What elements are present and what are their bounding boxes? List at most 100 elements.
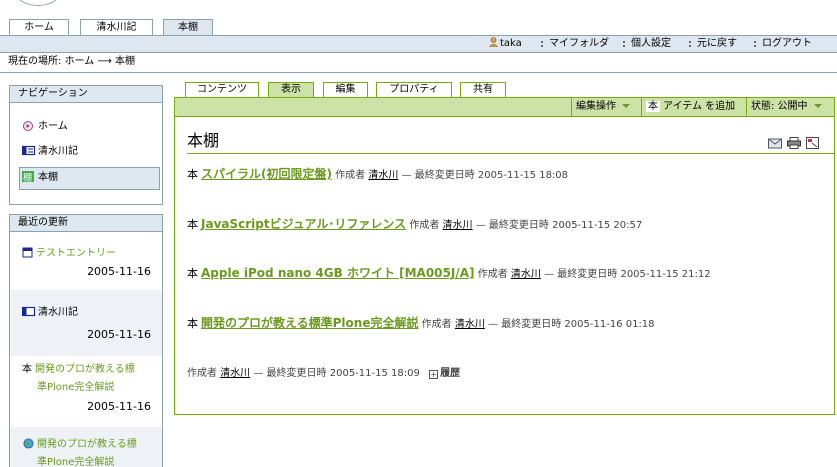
author-link[interactable]: 清水川 [368, 170, 398, 181]
bullet-icon [689, 41, 693, 47]
recent-item-title[interactable]: 本開発のプロが教える標 [22, 362, 135, 378]
modified-label: — 最終変更日時 [488, 319, 562, 330]
recent-item[interactable]: 本開発のプロが教える標 準Plone完全解説 2005-11-16 [10, 356, 162, 426]
personal-bar-my-folder[interactable]: マイフォルダ [541, 37, 609, 51]
recent-item-title-text: 開発のプロが教える標 [35, 364, 135, 375]
preferences-label: 個人設定 [631, 38, 671, 49]
author-label: 作成者 [477, 269, 508, 280]
author-link[interactable]: 清水川 [443, 220, 473, 231]
recent-item-title-line2[interactable]: 準Plone完全解説 [37, 455, 114, 467]
state-menu[interactable]: 状態: 公開中 [746, 98, 826, 116]
username: taka [500, 38, 522, 49]
bullet-icon [754, 41, 758, 47]
mail-icon[interactable] [768, 137, 782, 149]
personal-bar-user[interactable]: taka [489, 37, 522, 51]
modified-date: 2005-11-15 18:08 [477, 170, 569, 181]
user-icon [489, 37, 498, 47]
recent-item-title[interactable]: 清水川記 [22, 305, 78, 321]
book-kanji-icon: 本 [187, 218, 198, 231]
tab-edit[interactable]: 編集 [323, 82, 368, 97]
svg-text:棚: 棚 [23, 172, 32, 183]
recent-header: 最近の更新 [10, 215, 162, 232]
book-kanji-icon: 本 [187, 317, 198, 330]
recent-portlet: 最近の更新 テストエントリー 2005-11-16 清水川記 2005-11-1… [9, 214, 163, 467]
globe-icon [23, 438, 34, 449]
nav-item-bookshelf[interactable]: 棚本棚 [19, 167, 160, 190]
title-divider [187, 153, 835, 154]
modified-label: — 最終変更日時 [544, 269, 618, 280]
page-title: 本棚 [187, 131, 220, 150]
full-screen-icon[interactable] [806, 137, 820, 149]
book-kanji-icon: 本 [646, 101, 660, 112]
plus-icon: + [429, 370, 439, 379]
my-folder-label: マイフォルダ [549, 38, 609, 49]
recent-item[interactable]: 開発のプロが教える標 準Plone完全解説 [10, 427, 162, 467]
breadcrumb-current: 本棚 [114, 56, 135, 67]
entry-title-link[interactable]: 開発のプロが教える標準Plone完全解説 [201, 316, 418, 330]
list-item: 本 JavaScriptビジュアル･リファレンス 作成者 清水川 — 最終変更日時… [187, 217, 642, 233]
nav-item-bookshelf-label: 本棚 [38, 172, 58, 183]
tab-sharing[interactable]: 共有 [460, 82, 506, 97]
modified-date: 2005-11-16 01:18 [564, 319, 655, 330]
content-area: 編集操作 本アイテム を追加 状態: 公開中 本棚 本スパイラル(初回限定盤) … [174, 97, 835, 415]
entry-title-link[interactable]: スパイラル(初回限定盤) [201, 167, 332, 181]
history-toggle[interactable]: + 履歴 [423, 368, 460, 379]
edit-operations-label: 編集操作 [576, 101, 616, 112]
recent-item-title-line2[interactable]: 準Plone完全解説 [37, 380, 114, 396]
modified-date: 2005-11-15 20:57 [552, 220, 643, 231]
add-item-menu[interactable]: 本アイテム を追加 [641, 98, 739, 116]
author-link[interactable]: 清水川 [511, 269, 541, 280]
author-link[interactable]: 清水川 [220, 368, 250, 379]
personal-bar-preferences[interactable]: 個人設定 [623, 37, 671, 51]
entry-title-link[interactable]: JavaScriptビジュアル･リファレンス [201, 217, 406, 231]
recent-item-date: 2005-11-16 [87, 328, 151, 341]
modified-label: — 最終変更日時 [475, 220, 549, 231]
undo-label: 元に戻す [697, 38, 737, 49]
recent-item[interactable]: 清水川記 2005-11-16 [10, 290, 162, 356]
history-label: 履歴 [440, 368, 461, 379]
nav-item-home-label: ホーム [38, 121, 68, 132]
recent-item-title-text: 開発のプロが教える標 [37, 439, 137, 450]
document-byline: 作成者 清水川 — 最終変更日時 2005-11-15 18:09 + 履歴 [187, 364, 460, 379]
list-item: 本開発のプロが教える標準Plone完全解説 作成者 清水川 — 最終変更日時 2… [187, 316, 655, 332]
print-icon[interactable] [787, 137, 801, 149]
author-label: 作成者 [187, 368, 217, 379]
book-kanji-icon: 本 [187, 168, 198, 181]
portal-tab-home[interactable]: ホーム [9, 19, 69, 36]
author-label: 作成者 [409, 220, 440, 231]
portal-tab-weblog[interactable]: 清水川記 [80, 19, 153, 36]
modified-label: — 最終変更日時 [401, 170, 475, 181]
navigation-header: ナビゲーション [10, 86, 162, 103]
entry-title-link[interactable]: Apple iPod nano 4GB ホワイト [MA005J/A] [201, 266, 475, 280]
breadcrumb-arrow-icon: ⟶ [97, 56, 112, 67]
entry-icon [22, 247, 33, 258]
chevron-down-icon [813, 104, 822, 108]
personal-bar-undo[interactable]: 元に戻す [689, 37, 737, 51]
list-item: 本 Apple iPod nano 4GB ホワイト [MA005J/A] 作成者… [187, 266, 711, 282]
breadcrumb-home-link[interactable]: ホーム [65, 56, 95, 67]
bullet-icon [541, 41, 545, 47]
recent-item[interactable]: テストエントリー 2005-11-16 [10, 233, 162, 289]
personal-bar-logout[interactable]: ログアウト [754, 37, 812, 51]
book-kanji-icon: 本 [22, 364, 32, 375]
document-actions [768, 137, 822, 151]
tab-contents[interactable]: コンテンツ [185, 82, 259, 97]
nav-item-home[interactable]: ホーム [22, 120, 68, 134]
recent-item-title[interactable]: 開発のプロが教える標 [22, 437, 137, 453]
modified-label: — 最終変更日時 [253, 368, 327, 379]
recent-item-title-text: 清水川記 [38, 307, 78, 318]
recent-item-date: 2005-11-16 [87, 265, 151, 278]
nav-item-weblog[interactable]: 清水川記 [22, 145, 78, 159]
nav-item-weblog-label: 清水川記 [38, 146, 78, 157]
author-link[interactable]: 清水川 [455, 319, 485, 330]
tab-view[interactable]: 表示 [268, 82, 314, 98]
bullet-icon [623, 41, 627, 47]
modified-date: 2005-11-15 18:09 [329, 368, 420, 379]
tab-properties[interactable]: プロパティ [376, 82, 452, 97]
edit-operations-menu[interactable]: 編集操作 [571, 98, 634, 116]
list-item: 本スパイラル(初回限定盤) 作成者 清水川 — 最終変更日時 2005-11-1… [187, 167, 568, 183]
add-item-label: アイテム を追加 [663, 101, 736, 112]
recent-item-title[interactable]: テストエントリー [22, 246, 116, 262]
breadcrumb-prefix: 現在の場所: [8, 56, 62, 67]
author-label: 作成者 [335, 170, 366, 181]
